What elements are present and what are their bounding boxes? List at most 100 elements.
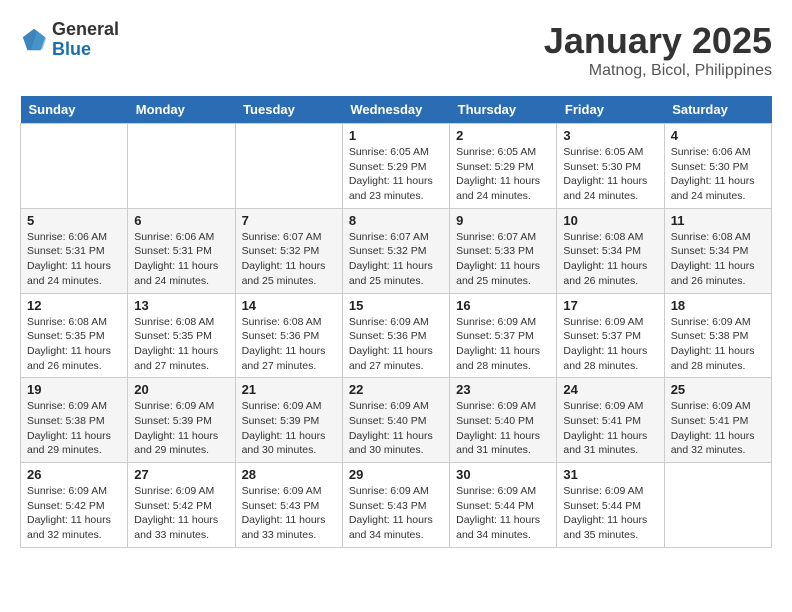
- day-number: 4: [671, 128, 765, 143]
- day-info: Sunrise: 6:07 AMSunset: 5:33 PMDaylight:…: [456, 230, 550, 289]
- day-cell: 17 Sunrise: 6:09 AMSunset: 5:37 PMDayligh…: [557, 293, 664, 378]
- weekday-header-wednesday: Wednesday: [342, 96, 449, 124]
- day-number: 30: [456, 467, 550, 482]
- day-number: 15: [349, 298, 443, 313]
- day-cell: [21, 124, 128, 209]
- day-cell: 28 Sunrise: 6:09 AMSunset: 5:43 PMDayligh…: [235, 463, 342, 548]
- day-number: 23: [456, 382, 550, 397]
- day-cell: 14 Sunrise: 6:08 AMSunset: 5:36 PMDayligh…: [235, 293, 342, 378]
- weekday-header-row: SundayMondayTuesdayWednesdayThursdayFrid…: [21, 96, 772, 124]
- day-info: Sunrise: 6:09 AMSunset: 5:42 PMDaylight:…: [27, 484, 121, 543]
- day-cell: 13 Sunrise: 6:08 AMSunset: 5:35 PMDayligh…: [128, 293, 235, 378]
- day-number: 29: [349, 467, 443, 482]
- day-info: Sunrise: 6:09 AMSunset: 5:37 PMDaylight:…: [563, 315, 657, 374]
- day-cell: 30 Sunrise: 6:09 AMSunset: 5:44 PMDayligh…: [450, 463, 557, 548]
- day-cell: 15 Sunrise: 6:09 AMSunset: 5:36 PMDayligh…: [342, 293, 449, 378]
- day-info: Sunrise: 6:09 AMSunset: 5:39 PMDaylight:…: [134, 399, 228, 458]
- day-number: 24: [563, 382, 657, 397]
- day-number: 1: [349, 128, 443, 143]
- day-number: 28: [242, 467, 336, 482]
- week-row-1: 1 Sunrise: 6:05 AMSunset: 5:29 PMDaylight…: [21, 124, 772, 209]
- page-header: General Blue January 2025 Matnog, Bicol,…: [20, 20, 772, 80]
- day-info: Sunrise: 6:08 AMSunset: 5:35 PMDaylight:…: [134, 315, 228, 374]
- day-number: 2: [456, 128, 550, 143]
- weekday-header-saturday: Saturday: [664, 96, 771, 124]
- day-cell: 16 Sunrise: 6:09 AMSunset: 5:37 PMDayligh…: [450, 293, 557, 378]
- day-cell: 9 Sunrise: 6:07 AMSunset: 5:33 PMDaylight…: [450, 208, 557, 293]
- day-info: Sunrise: 6:08 AMSunset: 5:34 PMDaylight:…: [563, 230, 657, 289]
- day-cell: 6 Sunrise: 6:06 AMSunset: 5:31 PMDaylight…: [128, 208, 235, 293]
- day-cell: 22Sunrise: 6:09 AMSunset: 5:40 PMDayligh…: [342, 378, 449, 463]
- day-info: Sunrise: 6:07 AMSunset: 5:32 PMDaylight:…: [349, 230, 443, 289]
- day-number: 21: [242, 382, 336, 397]
- day-number: 9: [456, 213, 550, 228]
- day-number: 16: [456, 298, 550, 313]
- day-number: 7: [242, 213, 336, 228]
- title-block: January 2025 Matnog, Bicol, Philippines: [544, 20, 772, 80]
- day-info: Sunrise: 6:09 AMSunset: 5:37 PMDaylight:…: [456, 315, 550, 374]
- day-info: Sunrise: 6:09 AMSunset: 5:36 PMDaylight:…: [349, 315, 443, 374]
- day-info: Sunrise: 6:09 AMSunset: 5:43 PMDaylight:…: [242, 484, 336, 543]
- logo-blue-text: Blue: [52, 40, 119, 60]
- day-number: 20: [134, 382, 228, 397]
- day-info: Sunrise: 6:09 AMSunset: 5:39 PMDaylight:…: [242, 399, 336, 458]
- day-number: 14: [242, 298, 336, 313]
- day-info: Sunrise: 6:06 AMSunset: 5:31 PMDaylight:…: [27, 230, 121, 289]
- week-row-4: 19Sunrise: 6:09 AMSunset: 5:38 PMDayligh…: [21, 378, 772, 463]
- day-cell: 5Sunrise: 6:06 AMSunset: 5:31 PMDaylight…: [21, 208, 128, 293]
- day-cell: 3 Sunrise: 6:05 AMSunset: 5:30 PMDaylight…: [557, 124, 664, 209]
- day-number: 18: [671, 298, 765, 313]
- day-number: 25: [671, 382, 765, 397]
- day-info: Sunrise: 6:08 AMSunset: 5:36 PMDaylight:…: [242, 315, 336, 374]
- day-info: Sunrise: 6:09 AMSunset: 5:44 PMDaylight:…: [456, 484, 550, 543]
- day-cell: 2 Sunrise: 6:05 AMSunset: 5:29 PMDaylight…: [450, 124, 557, 209]
- day-cell: 10 Sunrise: 6:08 AMSunset: 5:34 PMDayligh…: [557, 208, 664, 293]
- day-number: 22: [349, 382, 443, 397]
- week-row-5: 26Sunrise: 6:09 AMSunset: 5:42 PMDayligh…: [21, 463, 772, 548]
- day-info: Sunrise: 6:09 AMSunset: 5:40 PMDaylight:…: [456, 399, 550, 458]
- day-info: Sunrise: 6:05 AMSunset: 5:29 PMDaylight:…: [456, 145, 550, 204]
- day-number: 11: [671, 213, 765, 228]
- day-cell: 24Sunrise: 6:09 AMSunset: 5:41 PMDayligh…: [557, 378, 664, 463]
- day-number: 3: [563, 128, 657, 143]
- day-number: 27: [134, 467, 228, 482]
- day-cell: 1 Sunrise: 6:05 AMSunset: 5:29 PMDaylight…: [342, 124, 449, 209]
- logo-general-text: General: [52, 20, 119, 40]
- day-cell: 31Sunrise: 6:09 AMSunset: 5:44 PMDayligh…: [557, 463, 664, 548]
- day-cell: 26Sunrise: 6:09 AMSunset: 5:42 PMDayligh…: [21, 463, 128, 548]
- logo-icon: [20, 26, 48, 54]
- weekday-header-tuesday: Tuesday: [235, 96, 342, 124]
- day-number: 10: [563, 213, 657, 228]
- day-number: 13: [134, 298, 228, 313]
- day-cell: 4Sunrise: 6:06 AMSunset: 5:30 PMDaylight…: [664, 124, 771, 209]
- day-cell: 25Sunrise: 6:09 AMSunset: 5:41 PMDayligh…: [664, 378, 771, 463]
- day-info: Sunrise: 6:05 AMSunset: 5:30 PMDaylight:…: [563, 145, 657, 204]
- day-info: Sunrise: 6:09 AMSunset: 5:38 PMDaylight:…: [671, 315, 765, 374]
- day-info: Sunrise: 6:08 AMSunset: 5:35 PMDaylight:…: [27, 315, 121, 374]
- day-cell: 18 Sunrise: 6:09 AMSunset: 5:38 PMDayligh…: [664, 293, 771, 378]
- day-cell: 21 Sunrise: 6:09 AMSunset: 5:39 PMDayligh…: [235, 378, 342, 463]
- day-cell: 11 Sunrise: 6:08 AMSunset: 5:34 PMDayligh…: [664, 208, 771, 293]
- week-row-2: 5Sunrise: 6:06 AMSunset: 5:31 PMDaylight…: [21, 208, 772, 293]
- month-title: January 2025: [544, 20, 772, 62]
- day-info: Sunrise: 6:09 AMSunset: 5:44 PMDaylight:…: [563, 484, 657, 543]
- logo: General Blue: [20, 20, 119, 60]
- day-info: Sunrise: 6:05 AMSunset: 5:29 PMDaylight:…: [349, 145, 443, 204]
- day-number: 6: [134, 213, 228, 228]
- day-cell: 27 Sunrise: 6:09 AMSunset: 5:42 PMDayligh…: [128, 463, 235, 548]
- day-cell: 29 Sunrise: 6:09 AMSunset: 5:43 PMDayligh…: [342, 463, 449, 548]
- weekday-header-monday: Monday: [128, 96, 235, 124]
- day-cell: [235, 124, 342, 209]
- day-info: Sunrise: 6:09 AMSunset: 5:42 PMDaylight:…: [134, 484, 228, 543]
- day-info: Sunrise: 6:07 AMSunset: 5:32 PMDaylight:…: [242, 230, 336, 289]
- day-cell: 12Sunrise: 6:08 AMSunset: 5:35 PMDayligh…: [21, 293, 128, 378]
- day-cell: 7 Sunrise: 6:07 AMSunset: 5:32 PMDaylight…: [235, 208, 342, 293]
- day-cell: 19Sunrise: 6:09 AMSunset: 5:38 PMDayligh…: [21, 378, 128, 463]
- day-info: Sunrise: 6:08 AMSunset: 5:34 PMDaylight:…: [671, 230, 765, 289]
- day-info: Sunrise: 6:09 AMSunset: 5:43 PMDaylight:…: [349, 484, 443, 543]
- day-number: 8: [349, 213, 443, 228]
- week-row-3: 12Sunrise: 6:08 AMSunset: 5:35 PMDayligh…: [21, 293, 772, 378]
- day-number: 17: [563, 298, 657, 313]
- weekday-header-sunday: Sunday: [21, 96, 128, 124]
- day-info: Sunrise: 6:06 AMSunset: 5:31 PMDaylight:…: [134, 230, 228, 289]
